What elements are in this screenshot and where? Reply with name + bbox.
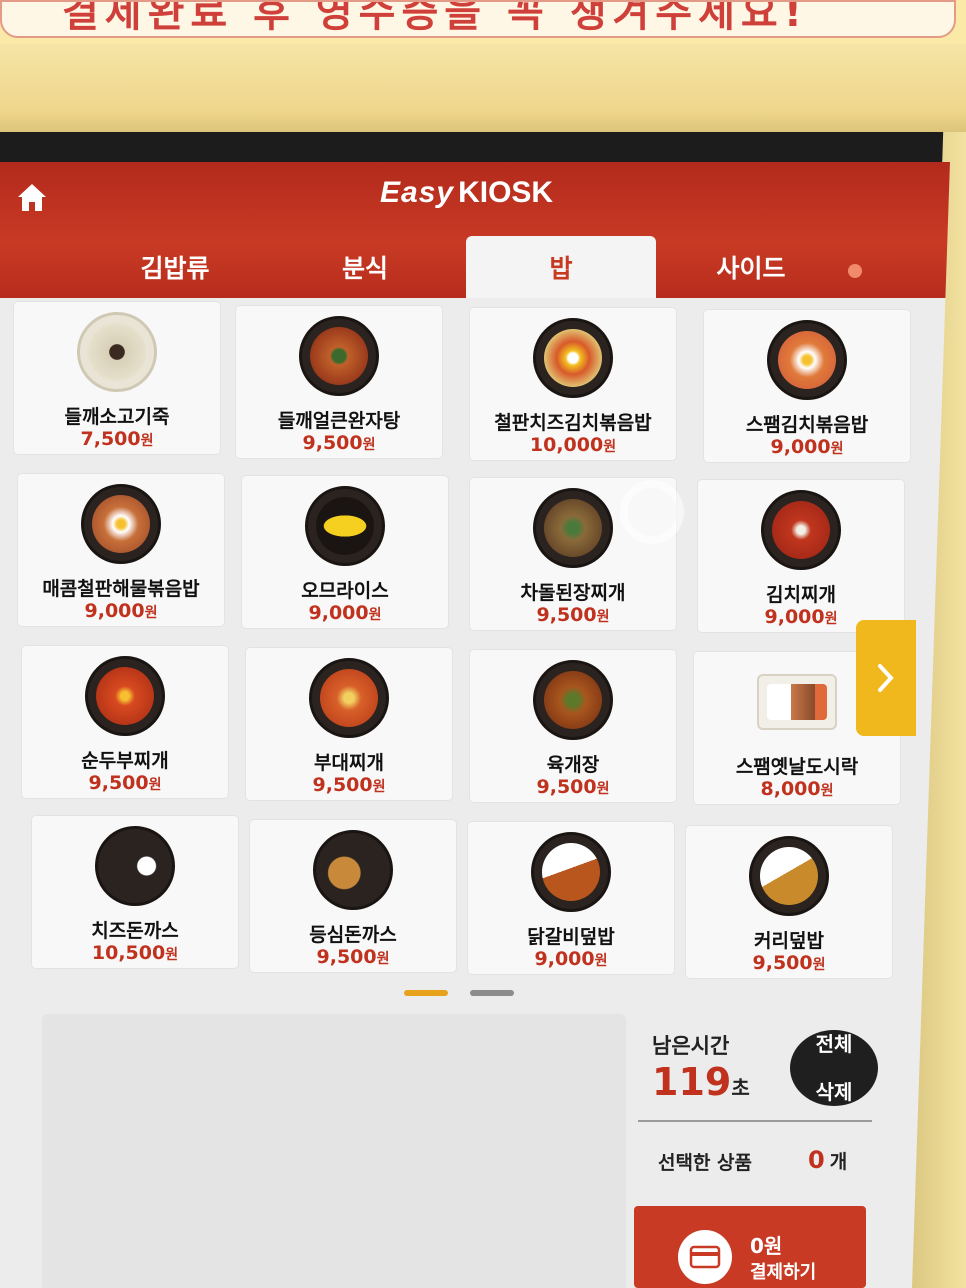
menu-card[interactable]: 차돌된장찌개 9,500원 — [470, 478, 676, 630]
dish-image — [531, 832, 611, 912]
tab-rice[interactable]: 밥 — [466, 236, 656, 298]
menu-price: 10,000원 — [529, 434, 617, 456]
menu-name: 들깨소고기죽 — [64, 406, 170, 428]
brand-kiosk: KIOSK — [458, 176, 554, 209]
kiosk-screen: Easy KIOSK 김밥류 분식 밥 사이드 들깨소고기죽 7,500원 들깨얼… — [0, 162, 950, 1288]
dish-image — [757, 674, 837, 730]
credit-card-icon — [689, 1245, 721, 1269]
menu-name: 김치찌개 — [766, 584, 836, 606]
category-tabs: 김밥류 분식 밥 사이드 — [80, 236, 950, 298]
menu-card[interactable]: 부대찌개 9,500원 — [246, 648, 452, 800]
menu-name: 들깨얼큰완자탕 — [277, 410, 401, 432]
page-dot[interactable] — [470, 990, 514, 996]
dish-image — [533, 488, 613, 568]
order-list-area — [42, 1014, 626, 1288]
menu-price: 9,500원 — [536, 776, 610, 798]
menu-card[interactable]: 매콤철판해물볶음밥 9,000원 — [18, 474, 224, 626]
sign-panel: 결제완료 후 영수증을 꼭 챙겨주세요! — [0, 0, 956, 38]
menu-price: 9,000원 — [770, 436, 844, 458]
time-remaining-value: 119초 — [652, 1060, 750, 1104]
menu-card[interactable]: 커리덮밥 9,500원 — [686, 826, 892, 978]
brand-logo: Easy KIOSK — [380, 176, 553, 220]
dish-image — [305, 486, 385, 566]
app-header: Easy KIOSK 김밥류 분식 밥 사이드 — [0, 162, 950, 298]
menu-price: 10,500원 — [91, 942, 179, 964]
dish-image — [309, 658, 389, 738]
dish-image — [77, 312, 157, 392]
summary-divider — [638, 1120, 872, 1122]
menu-card[interactable]: 철판치즈김치볶음밥 10,000원 — [470, 308, 676, 460]
menu-name: 스팸옛날도시락 — [735, 756, 859, 778]
pay-button[interactable]: 0원 결제하기 — [634, 1206, 866, 1288]
menu-name: 매콤철판해물볶음밥 — [42, 578, 200, 600]
menu-card[interactable]: 들깨얼큰완자탕 9,500원 — [236, 306, 442, 458]
menu-price: 9,000원 — [308, 602, 382, 624]
menu-name: 치즈돈까스 — [91, 920, 179, 942]
menu-card[interactable]: 들깨소고기죽 7,500원 — [14, 302, 220, 454]
home-button[interactable] — [14, 180, 50, 216]
selected-items-count: 0 개 — [808, 1146, 848, 1174]
menu-card[interactable]: 순두부찌개 9,500원 — [22, 646, 228, 798]
menu-price: 9,500원 — [752, 952, 826, 974]
dish-image — [81, 484, 161, 564]
menu-card[interactable]: 닭갈비덮밥 9,000원 — [468, 822, 674, 974]
dish-image — [95, 826, 175, 906]
menu-price: 7,500원 — [80, 428, 154, 450]
menu-card[interactable]: 스팸김치볶음밥 9,000원 — [704, 310, 910, 462]
tab-kimbap[interactable]: 김밥류 — [80, 236, 270, 298]
dish-image — [313, 830, 393, 910]
menu-price: 9,500원 — [312, 774, 386, 796]
menu-price: 9,500원 — [536, 604, 610, 626]
menu-card[interactable]: 치즈돈까스 10,500원 — [32, 816, 238, 968]
menu-name: 닭갈비덮밥 — [527, 926, 615, 948]
brand-easy: Easy — [380, 176, 455, 209]
dish-image — [533, 660, 613, 740]
pay-amount: 0원 — [750, 1234, 783, 1258]
menu-price: 9,500원 — [316, 946, 390, 968]
menu-price: 8,000원 — [760, 778, 834, 800]
tab-bunsik[interactable]: 분식 — [270, 236, 460, 298]
dish-image — [299, 316, 379, 396]
tab-side[interactable]: 사이드 — [656, 236, 846, 298]
menu-name: 철판치즈김치볶음밥 — [494, 412, 652, 434]
time-remaining-label: 남은시간 — [652, 1034, 730, 1058]
dish-image — [761, 490, 841, 570]
next-page-button[interactable] — [856, 620, 916, 736]
menu-card[interactable]: 오므라이스 9,000원 — [242, 476, 448, 628]
dish-image — [767, 320, 847, 400]
dish-image — [85, 656, 165, 736]
menu-price: 9,000원 — [534, 948, 608, 970]
pay-label: 결제하기 — [750, 1262, 817, 1283]
page-indicator — [404, 990, 534, 998]
page-dot-active[interactable] — [404, 990, 448, 996]
menu-price: 9,500원 — [302, 432, 376, 454]
menu-name: 스팸김치볶음밥 — [745, 414, 869, 436]
menu-name: 부대찌개 — [314, 752, 384, 774]
kiosk-top-sign: 결제완료 후 영수증을 꼭 챙겨주세요! — [0, 0, 966, 47]
chevron-right-icon — [878, 664, 894, 692]
sign-text: 결제완료 후 영수증을 꼭 챙겨주세요! — [62, 0, 808, 36]
menu-card[interactable]: 등심돈까스 9,500원 — [250, 820, 456, 972]
clear-all-button[interactable]: 전체 삭제 — [790, 1030, 878, 1106]
menu-name: 커리덮밥 — [754, 930, 824, 952]
dish-image — [749, 836, 829, 916]
menu-card[interactable]: 육개장 9,500원 — [470, 650, 676, 802]
menu-grid: 들깨소고기죽 7,500원 들깨얼큰완자탕 9,500원 철판치즈김치볶음밥 1… — [14, 302, 934, 982]
menu-name: 육개장 — [546, 754, 600, 776]
menu-card[interactable]: 김치찌개 9,000원 — [698, 480, 904, 632]
menu-price: 9,500원 — [88, 772, 162, 794]
menu-price: 9,000원 — [84, 600, 158, 622]
menu-name: 오므라이스 — [301, 580, 389, 602]
menu-name: 순두부찌개 — [81, 750, 169, 772]
menu-name: 차돌된장찌개 — [520, 582, 626, 604]
credit-card-icon-wrap — [678, 1230, 732, 1284]
kiosk-frame-band — [0, 44, 966, 140]
home-icon — [18, 184, 46, 211]
menu-name: 등심돈까스 — [309, 924, 397, 946]
selected-items-label: 선택한 상품 — [658, 1152, 753, 1174]
dish-image — [533, 318, 613, 398]
